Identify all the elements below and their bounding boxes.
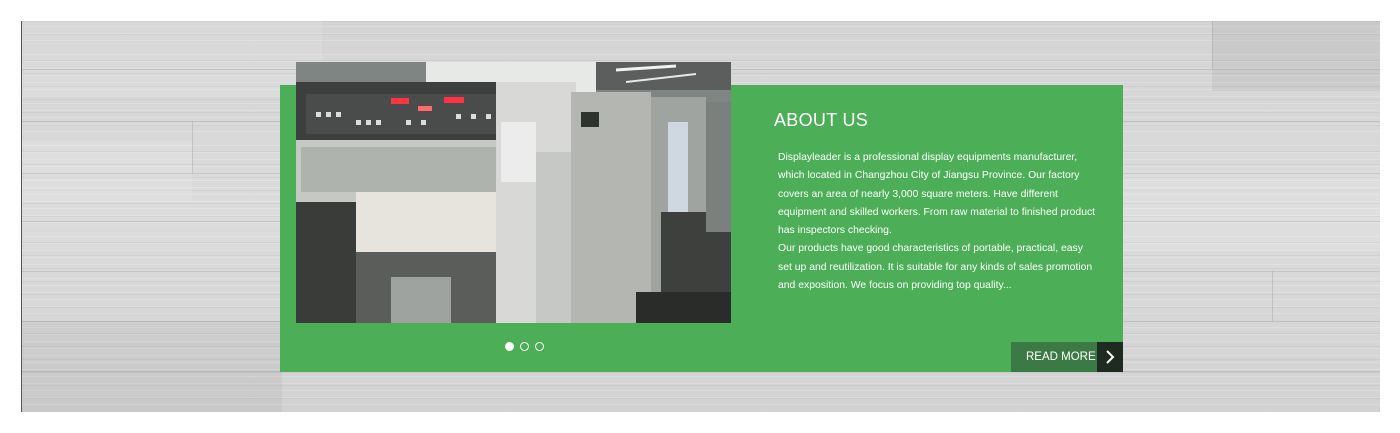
slider-dot-3[interactable] bbox=[535, 342, 544, 351]
about-description: Displayleader is a professional display … bbox=[778, 149, 1098, 295]
slider-dot-1[interactable] bbox=[505, 342, 514, 351]
about-paragraph-1: Displayleader is a professional display … bbox=[778, 152, 1096, 237]
about-title: ABOUT US bbox=[774, 110, 869, 130]
chevron-right-icon bbox=[1097, 342, 1123, 372]
slider-pagination bbox=[505, 342, 544, 353]
read-more-label: READ MORE bbox=[1011, 342, 1097, 372]
about-paragraph-2: Our products have good characteristics o… bbox=[778, 243, 1093, 292]
slider-dot-2[interactable] bbox=[520, 342, 529, 351]
read-more-button[interactable]: READ MORE bbox=[1011, 342, 1123, 372]
printing-machine-photo bbox=[296, 62, 731, 323]
